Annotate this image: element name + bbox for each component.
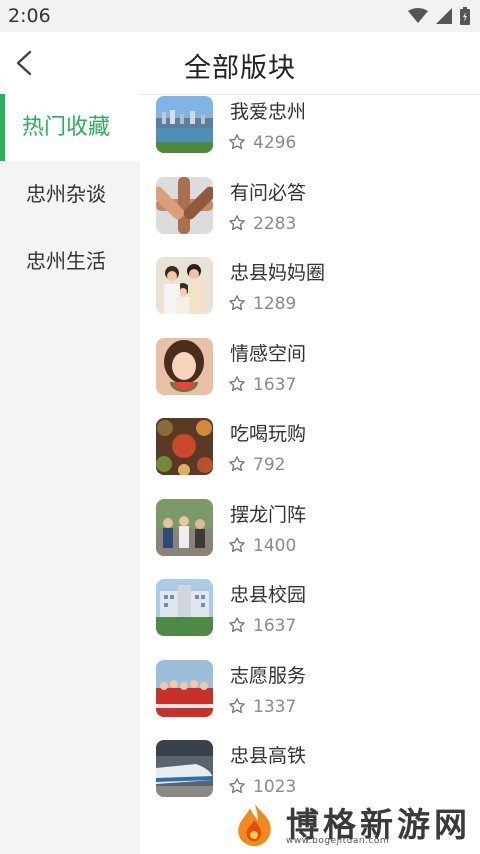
board-count: 1637 — [253, 616, 297, 636]
volunteers-photo-icon — [156, 659, 213, 717]
board-list: 我爱忠州 4296 有问必答 2283 忠县妈妈圈 1289 情感空间 1637… — [140, 94, 480, 854]
joined-hands-photo-icon — [156, 176, 213, 234]
board-count: 792 — [253, 455, 286, 475]
sidebar-item-zhongzhou-life[interactable]: 忠州生活 — [0, 228, 140, 295]
sidebar-item-hot-favorites[interactable]: 热门收藏 — [0, 94, 140, 161]
board-item-qingganKongjian[interactable]: 情感空间 1637 — [140, 336, 480, 417]
board-item-zhiyuanfuwu[interactable]: 志愿服务 1337 — [140, 658, 480, 739]
star-icon[interactable] — [228, 133, 246, 151]
board-name: 情感空间 — [230, 342, 307, 365]
star-icon[interactable] — [228, 616, 246, 634]
board-count: 1337 — [253, 696, 297, 717]
header: 全部版块 — [0, 32, 480, 95]
star-icon[interactable] — [228, 777, 246, 795]
status-bar: 2:06 — [0, 0, 480, 32]
board-name: 我爱忠州 — [230, 101, 307, 123]
board-name: 志愿服务 — [230, 664, 307, 687]
star-icon[interactable] — [228, 536, 246, 554]
board-item-woaizhongzhou[interactable]: 我爱忠州 4296 — [140, 94, 480, 175]
school-building-photo-icon — [156, 579, 213, 636]
board-name: 摆龙门阵 — [230, 503, 307, 526]
board-item-youwenbida[interactable]: 有问必答 2283 — [140, 175, 480, 256]
site-watermark: 博格新游网 www.bogejituan.com — [226, 796, 476, 852]
bullet-train-photo-icon — [156, 740, 213, 797]
board-item-mamaquan[interactable]: 忠县妈妈圈 1289 — [140, 255, 480, 336]
sidebar-item-label: 忠州生活 — [26, 249, 106, 273]
board-name: 忠县高铁 — [230, 745, 307, 767]
star-icon[interactable] — [228, 375, 246, 393]
board-count: 1023 — [253, 777, 297, 797]
category-sidebar: 热门收藏 忠州杂谈 忠州生活 — [0, 94, 140, 854]
status-icons — [408, 7, 470, 25]
star-icon[interactable] — [228, 214, 246, 232]
girl-watermelon-photo-icon — [156, 337, 213, 395]
battery-icon — [460, 7, 470, 25]
board-item-chihewangou[interactable]: 吃喝玩购 792 — [140, 416, 480, 497]
watermark-url: www.bogejituan.com — [286, 836, 390, 846]
wifi-icon — [408, 8, 428, 23]
family-photo-icon — [156, 257, 213, 314]
sidebar-item-label: 热门收藏 — [22, 115, 111, 140]
page-title: 全部版块 — [184, 53, 296, 84]
board-name: 吃喝玩购 — [230, 423, 307, 445]
signal-icon — [436, 8, 452, 24]
board-count: 4296 — [253, 133, 297, 153]
board-item-xiaoyuan[interactable]: 忠县校园 1637 — [140, 577, 480, 658]
group-people-photo-icon — [156, 498, 213, 556]
board-count: 1289 — [253, 294, 297, 314]
board-name: 有问必答 — [230, 181, 307, 204]
sidebar-item-label: 忠州杂谈 — [26, 182, 106, 206]
sidebar-item-zhongzhou-talk[interactable]: 忠州杂谈 — [0, 161, 140, 228]
board-count: 1637 — [253, 374, 297, 395]
star-icon[interactable] — [228, 697, 246, 715]
star-icon[interactable] — [228, 455, 246, 473]
status-time: 2:06 — [8, 5, 51, 27]
food-dishes-photo-icon — [156, 418, 213, 475]
star-icon[interactable] — [228, 294, 246, 312]
flame-logo-icon — [238, 804, 271, 847]
board-count: 2283 — [253, 213, 297, 234]
city-lake-photo-icon — [156, 96, 213, 153]
board-name: 忠县妈妈圈 — [230, 262, 326, 284]
board-count: 1400 — [253, 535, 297, 556]
board-name: 忠县校园 — [230, 584, 307, 606]
board-item-bailongmenzhen[interactable]: 摆龙门阵 1400 — [140, 497, 480, 578]
